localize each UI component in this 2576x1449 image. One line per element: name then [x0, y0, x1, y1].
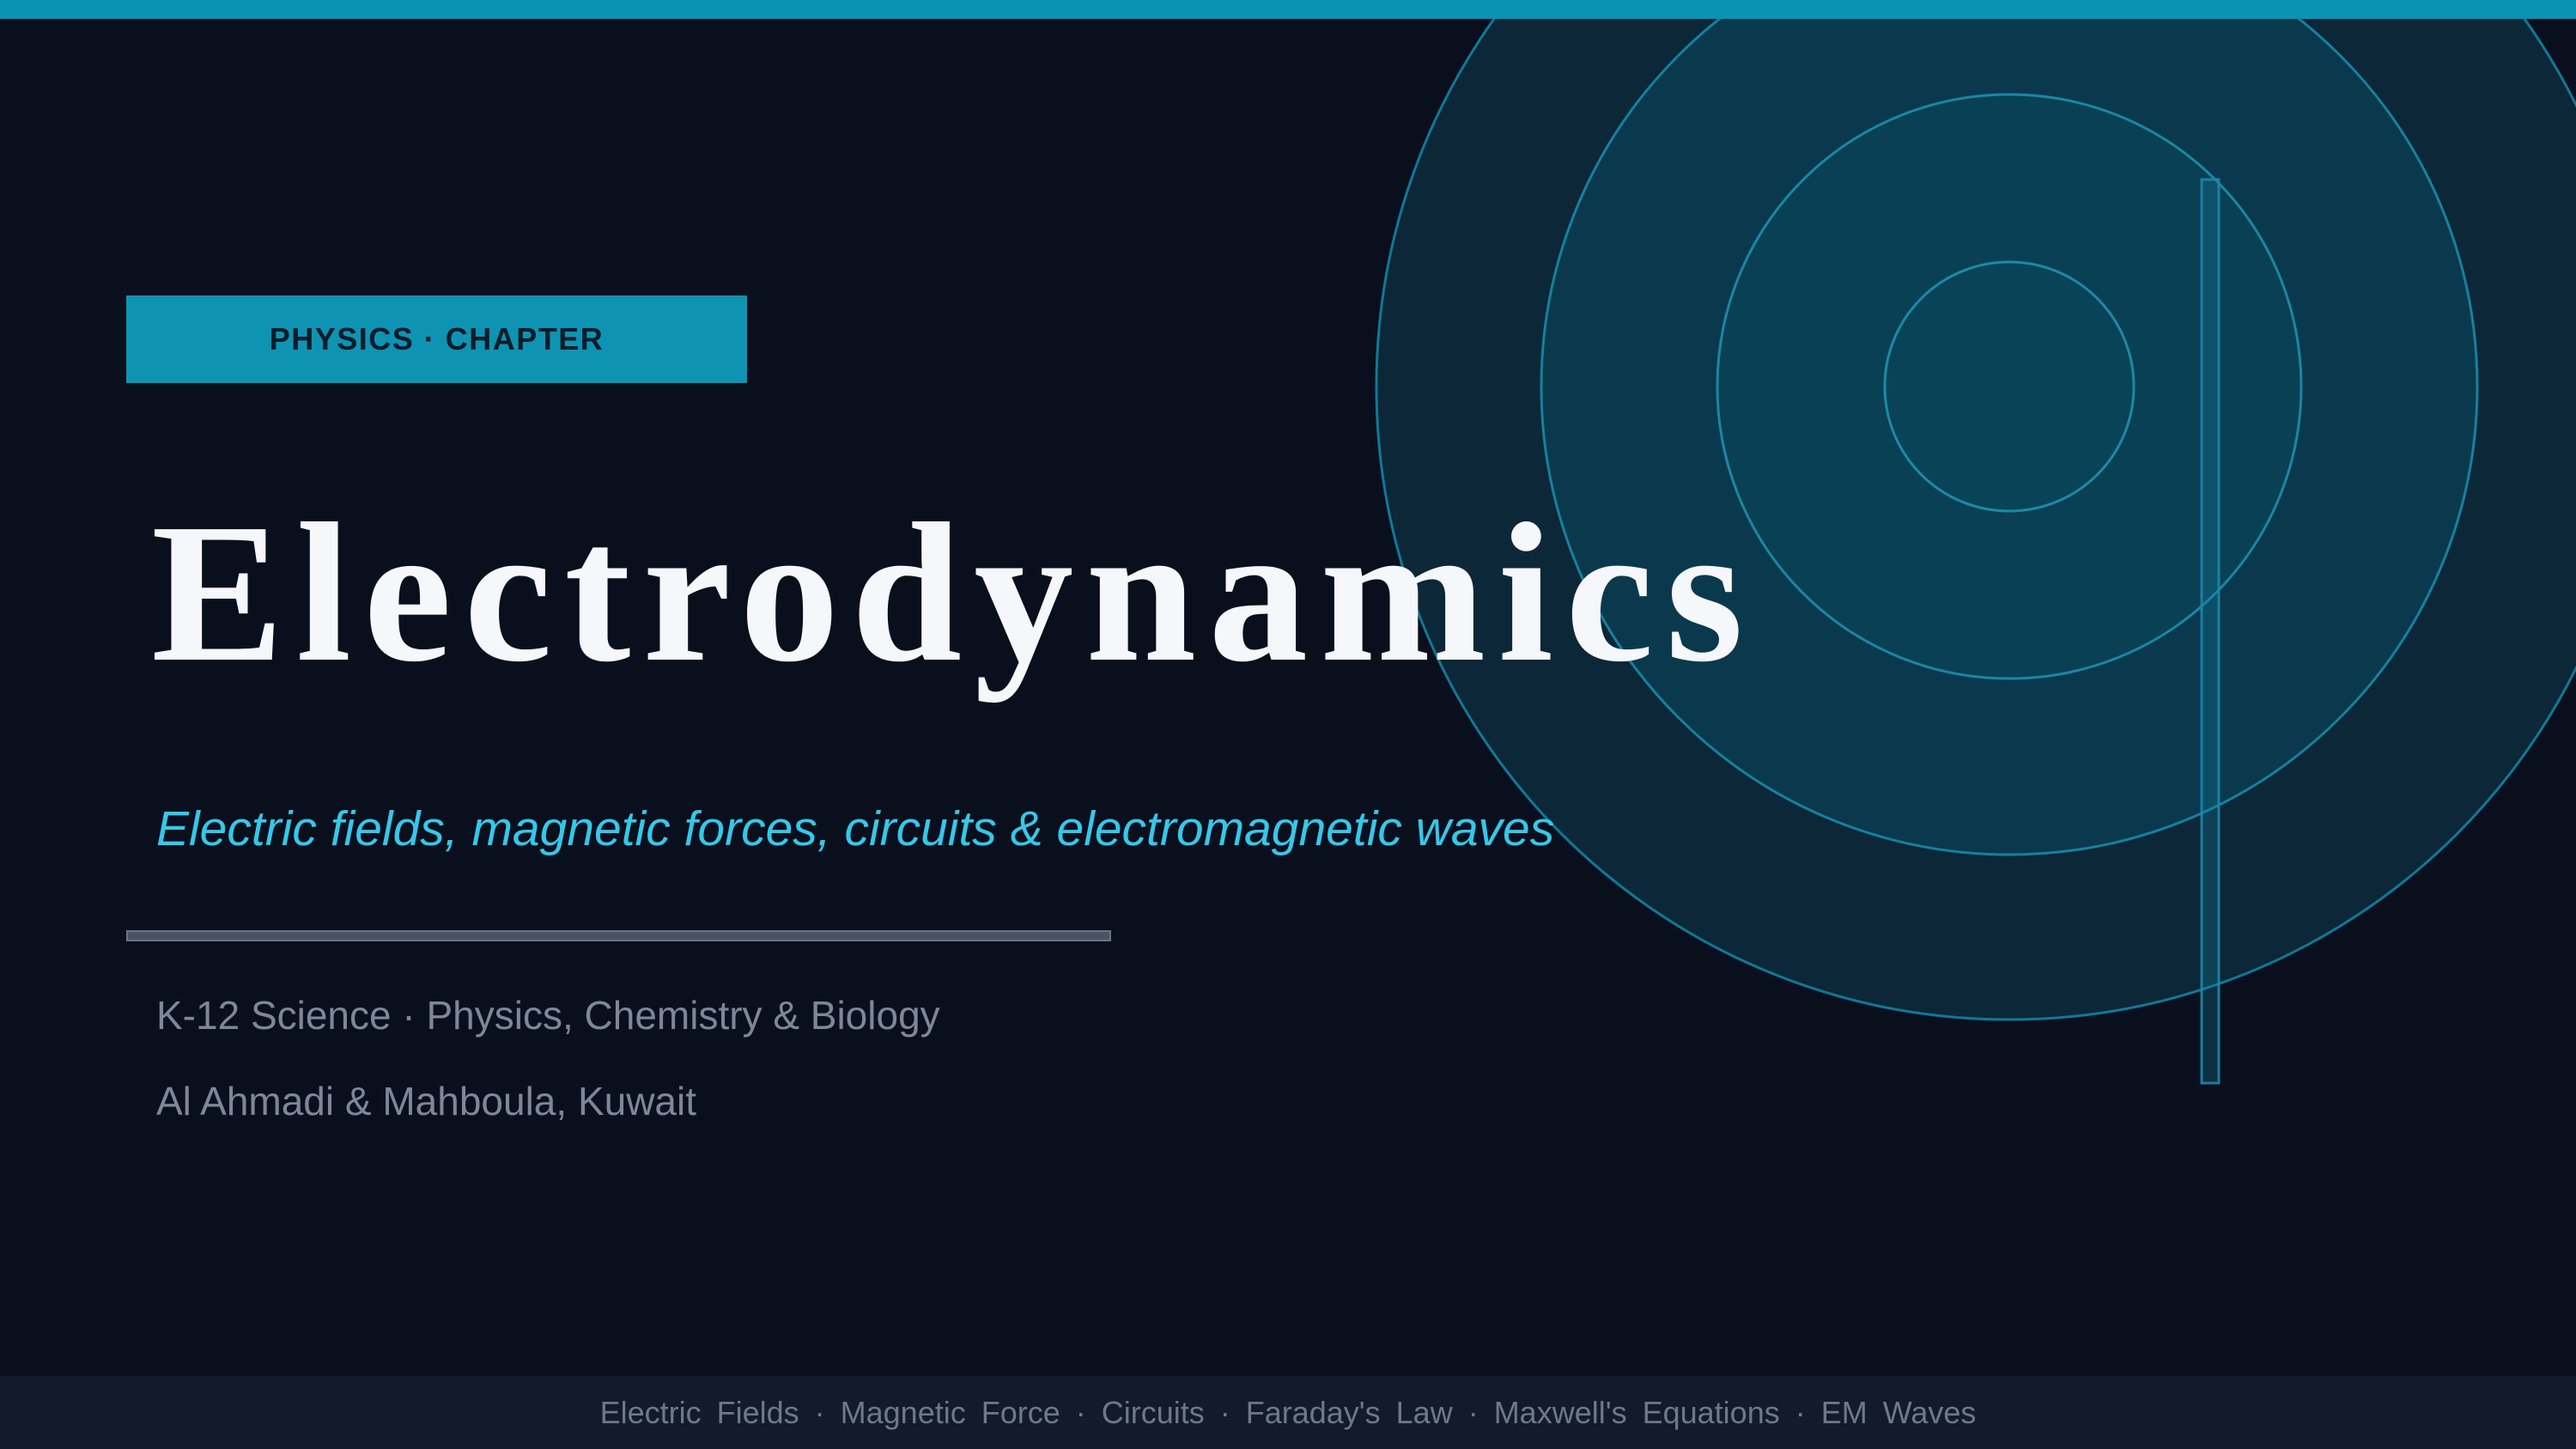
program-line: K-12 Science · Physics, Chemistry & Biol… [156, 992, 940, 1038]
top-accent-bar [0, 0, 2576, 19]
footer-bar: Electric Fields · Magnetic Force · Circu… [0, 1376, 2576, 1449]
footer-topics: Electric Fields · Magnetic Force · Circu… [600, 1395, 1977, 1431]
decorative-graphics [0, 0, 2576, 1449]
title-slide: PHYSICS · CHAPTER Electrodynamics Electr… [0, 0, 2576, 1449]
chapter-badge: PHYSICS · CHAPTER [126, 295, 747, 383]
slide-subtitle: Electric fields, magnetic forces, circui… [156, 801, 1554, 857]
divider-line [126, 930, 1111, 941]
location-line: Al Ahmadi & Mahboula, Kuwait [156, 1078, 696, 1124]
vertical-accent-bar-icon [2202, 180, 2219, 1083]
chapter-badge-label: PHYSICS · CHAPTER [270, 321, 605, 357]
slide-title: Electrodynamics [151, 479, 1755, 709]
